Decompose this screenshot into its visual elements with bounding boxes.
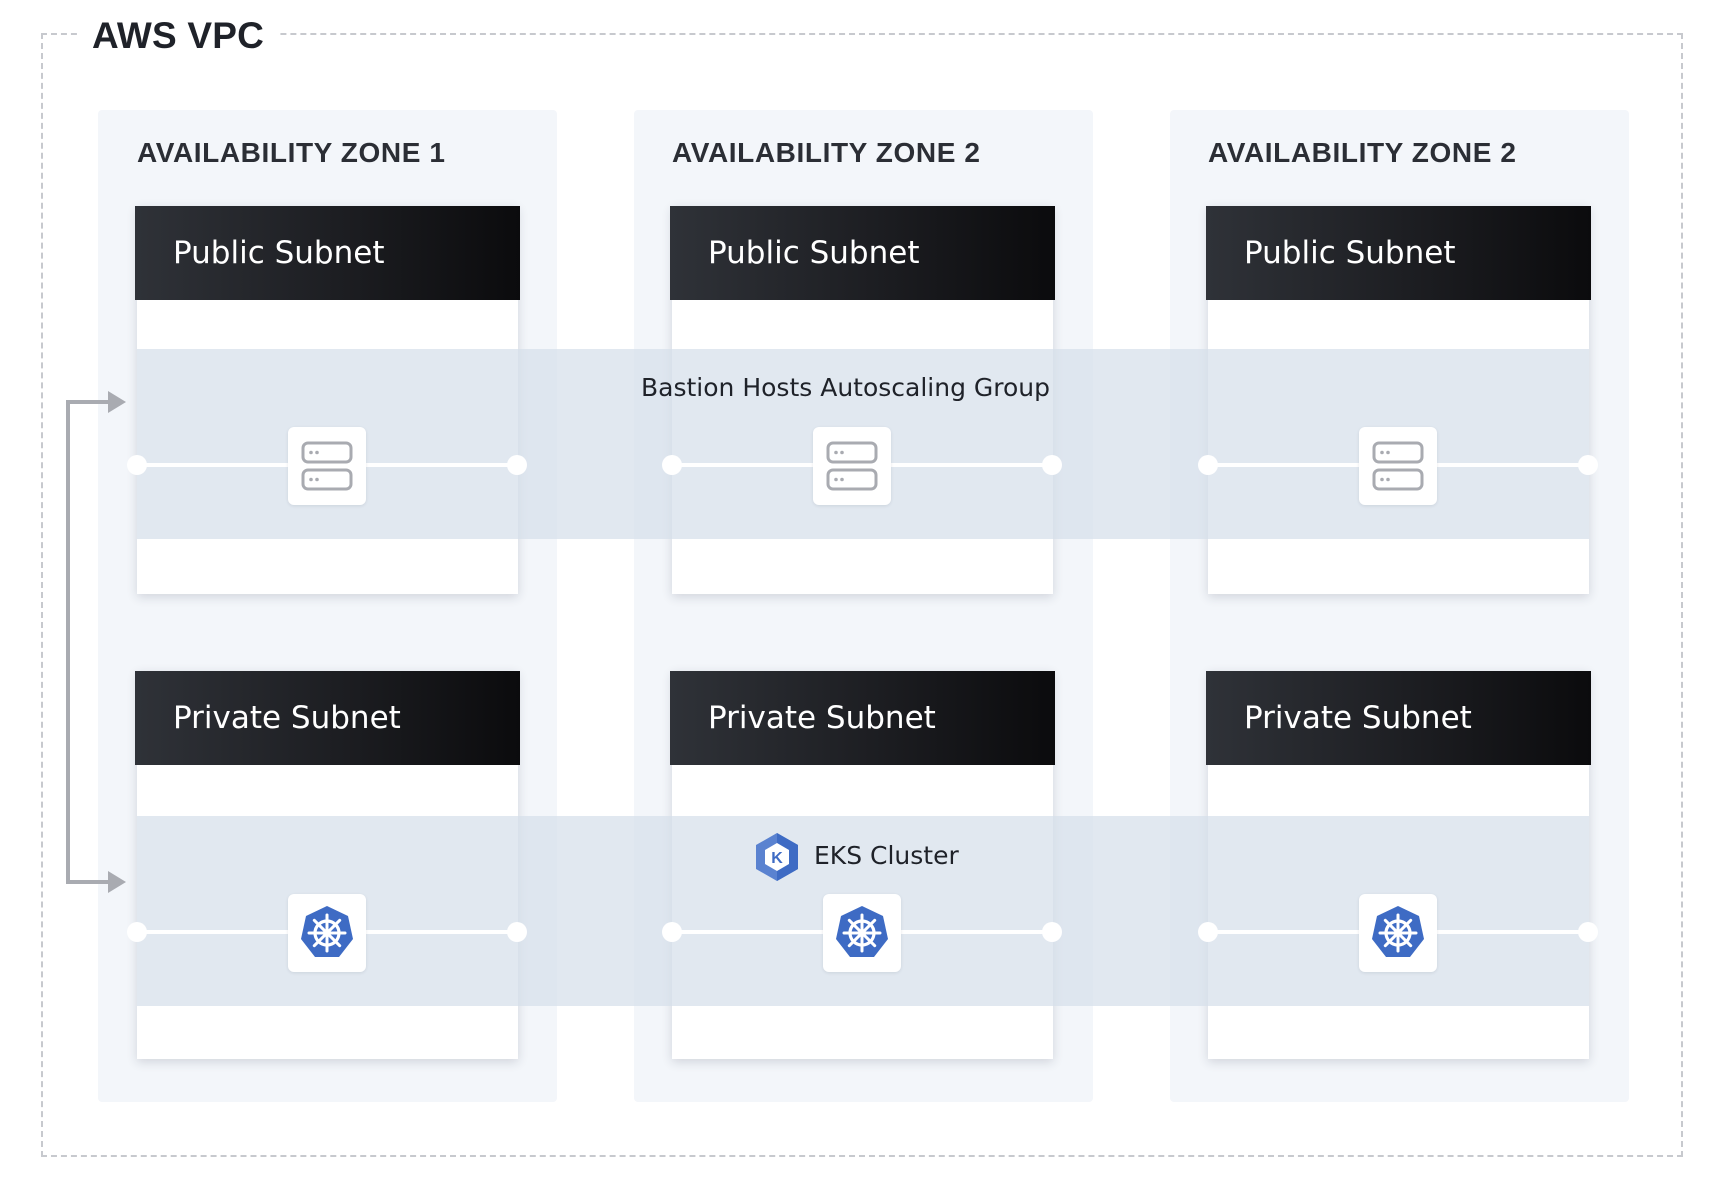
connector-dot	[1042, 922, 1062, 942]
svg-text:K: K	[771, 850, 783, 867]
connector-dot	[662, 455, 682, 475]
connector-dot	[127, 455, 147, 475]
zone-title: AVAILABILITY ZONE 1	[137, 137, 446, 168]
connector-dot	[507, 455, 527, 475]
connector-dot	[1198, 455, 1218, 475]
eks-cluster-label: EKS Cluster	[814, 841, 959, 870]
public-subnet-header: Public Subnet	[670, 206, 1055, 300]
private-subnet-header: Private Subnet	[1206, 671, 1591, 765]
bracket-arrow	[60, 388, 130, 898]
public-subnet-header: Public Subnet	[1206, 206, 1591, 300]
zone-title: AVAILABILITY ZONE 2	[1208, 137, 1517, 168]
connector-dot	[1042, 455, 1062, 475]
zone-title: AVAILABILITY ZONE 2	[672, 137, 981, 168]
kubernetes-icon	[823, 894, 901, 972]
public-subnet-header: Public Subnet	[135, 206, 520, 300]
connector-dot	[662, 922, 682, 942]
kubernetes-icon	[288, 894, 366, 972]
eks-icon: K	[754, 832, 800, 882]
private-subnet-header: Private Subnet	[670, 671, 1055, 765]
connector-dot	[1578, 455, 1598, 475]
connector-dot	[127, 922, 147, 942]
private-subnet-header: Private Subnet	[135, 671, 520, 765]
vpc-title: AWS VPC	[78, 14, 279, 58]
server-icon	[1359, 427, 1437, 505]
connector-dot	[1198, 922, 1218, 942]
connector-dot	[507, 922, 527, 942]
server-icon	[813, 427, 891, 505]
kubernetes-icon	[1359, 894, 1437, 972]
bastion-hosts-label: Bastion Hosts Autoscaling Group	[641, 373, 1051, 402]
connector-dot	[1578, 922, 1598, 942]
server-icon	[288, 427, 366, 505]
